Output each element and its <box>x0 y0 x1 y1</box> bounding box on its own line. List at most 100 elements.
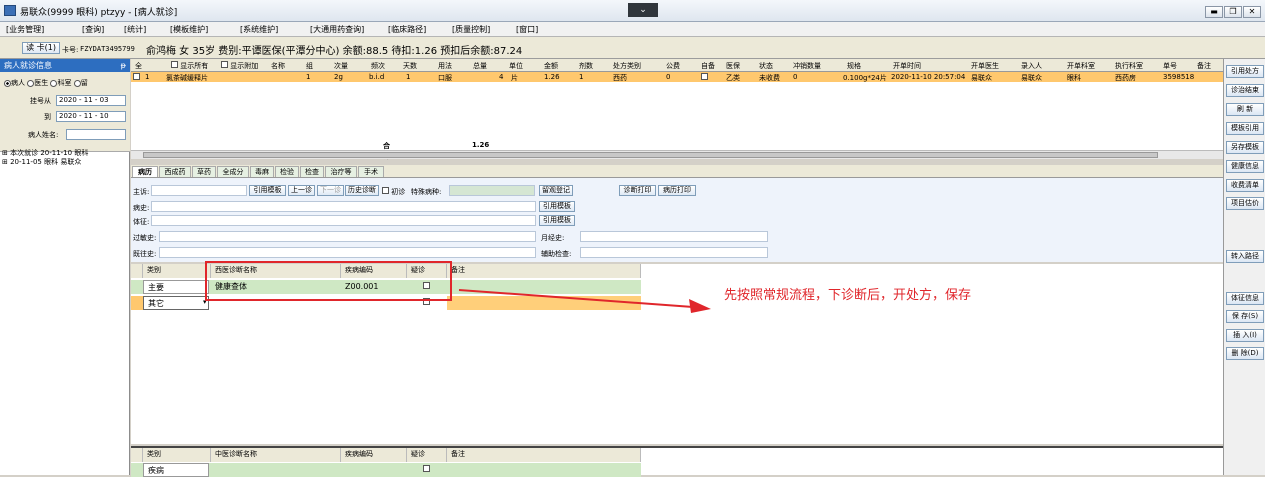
tab-surgery[interactable]: 手术 <box>358 166 384 177</box>
past-input[interactable] <box>159 247 536 258</box>
to-path-button[interactable]: 转入路径 <box>1226 250 1264 263</box>
col-exec[interactable]: 执行科室 <box>1115 61 1143 71</box>
save-button[interactable]: 保 存(S) <box>1226 310 1264 323</box>
col-all[interactable]: 全 <box>135 61 142 71</box>
col-order-no[interactable]: 单号 <box>1163 61 1177 71</box>
menu-drug-query[interactable]: [大通用药查询] <box>310 24 364 35</box>
col-public[interactable]: 公费 <box>666 61 680 71</box>
menu-template[interactable]: [模板维护] <box>170 24 208 35</box>
vital-signs-button[interactable]: 体征信息 <box>1226 292 1264 305</box>
tab-emr[interactable]: 病历 <box>132 166 158 177</box>
menu-quality[interactable]: [质量控制] <box>452 24 490 35</box>
diag-print-button[interactable]: 诊断打印 <box>619 185 656 196</box>
special-input[interactable] <box>449 185 535 196</box>
tab-full-ingredient[interactable]: 全成分 <box>217 166 249 177</box>
read-card-button[interactable]: 读 卡(1) <box>22 42 60 54</box>
menu-stats[interactable]: [统计] <box>124 24 146 35</box>
col-dept[interactable]: 开单科室 <box>1067 61 1095 71</box>
col-type[interactable]: 类别 <box>143 264 211 278</box>
cite-template-button-2[interactable]: 引用模板 <box>539 201 575 212</box>
show-all-checkbox[interactable]: 显示所有 <box>171 61 208 71</box>
insert-button[interactable]: 插 入(I) <box>1226 329 1264 342</box>
col-remark[interactable]: 备注 <box>1197 61 1211 71</box>
col-unit[interactable]: 单位 <box>509 61 523 71</box>
show-attach-checkbox[interactable]: 显示附加 <box>221 61 258 71</box>
delete-button[interactable]: 删 除(D) <box>1226 347 1264 360</box>
col-entry[interactable]: 录入人 <box>1021 61 1042 71</box>
menu-system[interactable]: [系统维护] <box>240 24 278 35</box>
col-time[interactable]: 开单时间 <box>893 61 921 71</box>
col-spec[interactable]: 规格 <box>847 61 861 71</box>
radio-patient[interactable] <box>4 79 11 87</box>
radio-observe[interactable] <box>73 79 81 87</box>
cell-self-checkbox[interactable] <box>701 73 708 82</box>
col-suspect-2[interactable]: 疑诊 <box>407 448 447 462</box>
col-refund[interactable]: 冲销数量 <box>793 61 821 71</box>
template-cite-button[interactable]: 模板引用 <box>1226 122 1264 135</box>
row-checkbox[interactable] <box>133 73 140 82</box>
col-group[interactable]: 组 <box>306 61 313 71</box>
save-template-button[interactable]: 另存模板 <box>1226 141 1264 154</box>
horizontal-scrollbar[interactable] <box>131 150 1223 159</box>
observe-register-button[interactable]: 留观登记 <box>539 185 573 196</box>
emr-print-button[interactable]: 病历打印 <box>658 185 696 196</box>
patient-name-input[interactable] <box>66 129 126 140</box>
cite-rx-button[interactable]: 引用处方 <box>1226 65 1264 78</box>
tab-lab[interactable]: 检验 <box>275 166 299 177</box>
reg-from-date[interactable]: 2020 - 11 - 03 <box>56 95 126 106</box>
next-visit-button[interactable]: 下一诊 <box>317 185 344 196</box>
reg-to-date[interactable]: 2020 - 11 - 10 <box>56 111 126 122</box>
col-tcm-name[interactable]: 中医诊断名称 <box>211 448 341 462</box>
refresh-button[interactable]: 刷 新 <box>1226 103 1264 116</box>
pin-icon[interactable]: ᵽ <box>121 59 126 72</box>
col-dose[interactable]: 次量 <box>334 61 348 71</box>
allergy-input[interactable] <box>159 231 536 242</box>
cite-template-button-3[interactable]: 引用模板 <box>539 215 575 226</box>
scrollbar-thumb[interactable] <box>143 152 1158 158</box>
table-row[interactable]: 1 氯茶碱缓释片 1 2g b.i.d 1 口服 4 片 1.26 1 西药 0… <box>131 72 1223 82</box>
aux-input[interactable] <box>580 247 768 258</box>
diag-type-main[interactable]: 主要 <box>143 280 209 294</box>
col-remark-2[interactable]: 备注 <box>447 448 641 462</box>
col-name[interactable]: 名称 <box>271 61 285 71</box>
history-input[interactable] <box>151 201 536 212</box>
col-doctor[interactable]: 开单医生 <box>971 61 999 71</box>
col-status[interactable]: 状态 <box>759 61 773 71</box>
item-estimate-button[interactable]: 项目估价 <box>1226 197 1264 210</box>
signs-input[interactable] <box>151 215 536 226</box>
col-self[interactable]: 自备 <box>701 61 715 71</box>
col-amount[interactable]: 金额 <box>544 61 558 71</box>
tab-exam[interactable]: 检查 <box>300 166 324 177</box>
col-tcm-code[interactable]: 疾病编码 <box>341 448 407 462</box>
complaint-input[interactable] <box>151 185 247 196</box>
tree-item-previous[interactable]: ⊞ 20-11-05 眼科 易联众 <box>2 158 88 167</box>
minimize-button[interactable]: ▬ <box>1205 6 1223 18</box>
cite-template-button[interactable]: 引用模板 <box>249 185 286 196</box>
col-insurance[interactable]: 医保 <box>726 61 740 71</box>
close-button[interactable]: ✕ <box>1243 6 1261 18</box>
tab-herbal[interactable]: 草药 <box>192 166 216 177</box>
tab-treatment[interactable]: 治疗等 <box>325 166 357 177</box>
tab-western[interactable]: 西成药 <box>159 166 191 177</box>
col-usage[interactable]: 用法 <box>438 61 452 71</box>
finish-visit-button[interactable]: 诊治结束 <box>1226 84 1264 97</box>
first-visit-checkbox[interactable]: 初诊 <box>382 187 405 197</box>
col-freq[interactable]: 频次 <box>371 61 385 71</box>
col-rx-type[interactable]: 处方类别 <box>613 61 641 71</box>
restore-button[interactable]: ❐ <box>1224 6 1242 18</box>
menu-window[interactable]: [窗口] <box>516 24 538 35</box>
history-diag-button[interactable]: 历史诊断 <box>345 185 379 196</box>
menu-business[interactable]: [业务管理] <box>6 24 44 35</box>
col-count[interactable]: 剂数 <box>579 61 593 71</box>
col-days[interactable]: 天数 <box>403 61 417 71</box>
tab-narcotic[interactable]: 毒麻 <box>250 166 274 177</box>
menu-query[interactable]: [查询] <box>82 24 104 35</box>
health-info-button[interactable]: 健康信息 <box>1226 160 1264 173</box>
tree-item-current[interactable]: ⊞ 本次就诊 20-11-10 眼科 <box>2 149 88 158</box>
fee-list-button[interactable]: 收费清单 <box>1226 179 1264 192</box>
menu-clinical-path[interactable]: [临床路径] <box>388 24 426 35</box>
chevron-down-icon[interactable]: ⌄ <box>628 3 658 17</box>
col-diag-remark[interactable]: 备注 <box>447 264 641 278</box>
col-type-2[interactable]: 类别 <box>143 448 211 462</box>
col-total[interactable]: 总量 <box>473 61 487 71</box>
